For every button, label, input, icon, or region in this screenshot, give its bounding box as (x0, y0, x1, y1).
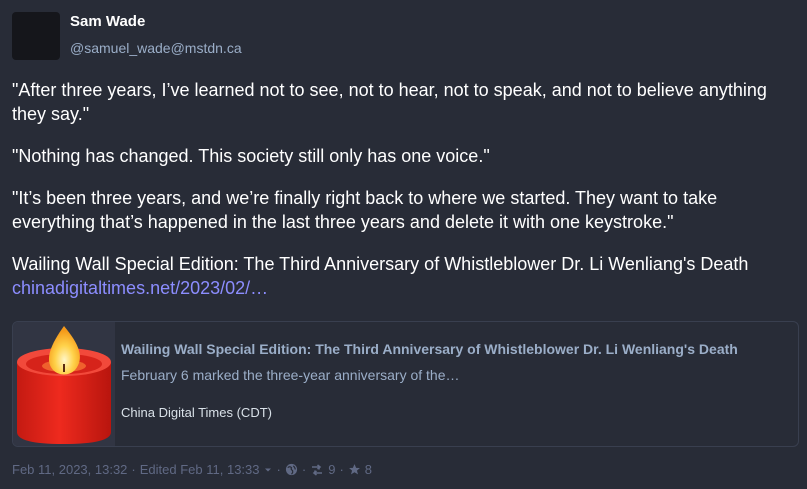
author-display-name[interactable]: Sam Wade (70, 12, 242, 32)
separator-dot: · (301, 462, 307, 477)
card-provider: China Digital Times (CDT) (121, 405, 272, 420)
post-headline-block: Wailing Wall Special Edition: The Third … (12, 252, 797, 300)
author-names: Sam Wade @samuel_wade@mstdn.ca (70, 12, 242, 58)
card-body: Wailing Wall Special Edition: The Third … (115, 322, 746, 446)
card-description: February 6 marked the three-year anniver… (121, 367, 460, 383)
post-paragraph: "Nothing has changed. This society still… (12, 146, 490, 166)
link-preview-card[interactable]: Wailing Wall Special Edition: The Third … (12, 321, 799, 447)
retweet-icon[interactable] (310, 463, 324, 476)
author-handle[interactable]: @samuel_wade@mstdn.ca (70, 38, 242, 58)
favourite-count: 8 (364, 462, 373, 477)
separator-dot: · (339, 462, 344, 477)
candle-icon (17, 326, 111, 444)
avatar[interactable] (12, 12, 60, 60)
separator-dot: · (276, 462, 281, 477)
chevron-down-icon[interactable] (263, 465, 273, 475)
post-footer: Feb 11, 2023, 13:32 · Edited Feb 11, 13:… (12, 462, 372, 477)
post-content: "After three years, I’ve learned not to … (12, 78, 797, 318)
post-headline: Wailing Wall Special Edition: The Third … (12, 254, 749, 274)
post-header: Sam Wade @samuel_wade@mstdn.ca (12, 12, 242, 60)
post-timestamp[interactable]: Feb 11, 2023, 13:32 (12, 462, 127, 477)
card-title[interactable]: Wailing Wall Special Edition: The Third … (121, 340, 738, 358)
boost-count: 9 (328, 462, 336, 477)
post-paragraph: "After three years, I’ve learned not to … (12, 80, 767, 124)
post-paragraph: "It’s been three years, and we’re finall… (12, 188, 718, 232)
star-icon[interactable] (348, 463, 361, 476)
edited-label[interactable]: Edited Feb 11, 13:33 (140, 462, 260, 477)
card-thumbnail[interactable] (13, 322, 115, 446)
globe-icon (285, 463, 298, 476)
post-link[interactable]: chinadigitaltimes.net/2023/02/… (12, 278, 268, 298)
separator-dot: · (131, 462, 136, 477)
